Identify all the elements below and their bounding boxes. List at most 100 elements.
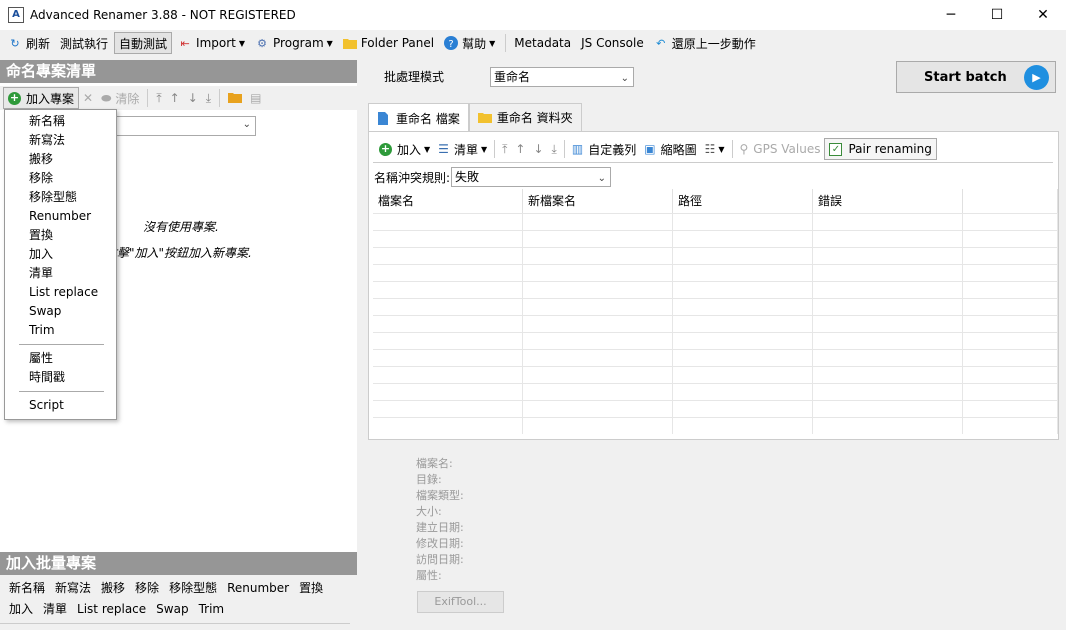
custom-columns-button[interactable]: ▥ 自定義列 xyxy=(568,138,640,160)
move-top-button[interactable]: ⤒ xyxy=(498,138,511,160)
menu-item[interactable]: List replace xyxy=(5,283,116,302)
auto-test-toggle[interactable]: 自動測試 xyxy=(114,32,173,54)
menu-item[interactable]: 移除型態 xyxy=(5,188,116,207)
menu-item[interactable]: Trim xyxy=(5,321,116,340)
batch-method-button[interactable]: 新名稱 xyxy=(4,578,50,599)
menu-item[interactable]: Swap xyxy=(5,302,116,321)
chevron-down-icon: ▼ xyxy=(238,38,246,48)
menu-item[interactable]: 加入 xyxy=(5,245,116,264)
save-preset-button[interactable]: ▤ xyxy=(246,87,265,109)
menu-item[interactable]: 移除 xyxy=(5,169,116,188)
clear-methods-button[interactable]: ⬬ 清除 xyxy=(97,87,143,109)
menu-item[interactable]: Renumber xyxy=(5,207,116,226)
file-grid[interactable]: 檔案名 新檔案名 路徑 錯誤 xyxy=(373,189,1058,437)
list-menu-button[interactable]: ☰ 清單 ▼ xyxy=(434,138,491,160)
menu-item[interactable]: 新名稱 xyxy=(5,112,116,131)
move-top-button[interactable]: ⤒ xyxy=(152,87,165,109)
table-cell xyxy=(523,418,673,434)
table-row xyxy=(373,264,1058,281)
column-header[interactable]: 檔案名 xyxy=(373,189,523,213)
table-cell xyxy=(963,350,1058,366)
table-cell xyxy=(373,401,523,417)
table-cell xyxy=(373,214,523,230)
refresh-button[interactable]: ↻ 刷新 xyxy=(4,32,54,54)
tab-rename-folders[interactable]: 重命名 資料夾 xyxy=(468,103,582,131)
open-preset-button[interactable] xyxy=(224,87,246,109)
menu-item[interactable]: 清單 xyxy=(5,264,116,283)
undo-button[interactable]: ↶ 還原上一步動作 xyxy=(650,32,760,54)
import-menu-button[interactable]: ⇤ Import ▼ xyxy=(174,32,249,54)
app-logo-icon: A xyxy=(8,7,24,23)
column-header[interactable]: 錯誤 xyxy=(813,189,963,213)
pair-renaming-toggle[interactable]: ✓ Pair renaming xyxy=(824,138,937,160)
column-header[interactable] xyxy=(963,189,1058,213)
add-method-button[interactable]: + 加入專案 xyxy=(3,87,80,109)
batch-method-button[interactable]: 移除型態 xyxy=(164,578,222,599)
table-cell xyxy=(813,384,963,400)
batch-method-button[interactable]: 置換 xyxy=(294,578,328,599)
menu-item[interactable]: 搬移 xyxy=(5,150,116,169)
panel-splitter[interactable] xyxy=(357,56,366,630)
move-up-button[interactable]: ↑ xyxy=(511,138,529,160)
tab-rename-files[interactable]: 重命名 檔案 xyxy=(368,103,469,132)
menu-item[interactable]: 時間戳 xyxy=(5,368,116,387)
batch-method-button[interactable]: 新寫法 xyxy=(50,578,96,599)
batch-method-button[interactable]: 清單 xyxy=(38,599,72,620)
close-button[interactable]: ✕ xyxy=(1020,0,1066,30)
maximize-button[interactable]: ☐ xyxy=(974,0,1020,30)
conflict-rule-select[interactable]: 失敗 ⌄ xyxy=(451,167,611,187)
start-batch-button[interactable]: Start batch ▶ xyxy=(896,61,1056,93)
metadata-button[interactable]: Metadata xyxy=(510,32,575,54)
method-list-header: 命名專案清單 xyxy=(0,60,357,83)
remove-method-button[interactable]: ✕ xyxy=(79,87,97,109)
js-console-button[interactable]: JS Console xyxy=(577,32,648,54)
table-cell xyxy=(673,401,813,417)
batch-method-button[interactable]: 加入 xyxy=(4,599,38,620)
exiftool-button[interactable]: ExifTool... xyxy=(417,591,504,613)
preset-combo[interactable]: ⌄ xyxy=(116,116,256,136)
batch-method-button[interactable]: Trim xyxy=(194,599,230,620)
column-header[interactable]: 新檔案名 xyxy=(523,189,673,213)
move-bottom-button[interactable]: ⤓ xyxy=(548,138,561,160)
move-up-button[interactable]: ↑ xyxy=(166,87,184,109)
program-menu-button[interactable]: ⚙ Program ▼ xyxy=(251,32,337,54)
table-cell xyxy=(813,367,963,383)
thumbnails-button[interactable]: ▣ 縮略圖 xyxy=(640,138,700,160)
help-menu-button[interactable]: ? 幫助 ▼ xyxy=(440,32,499,54)
batch-method-button[interactable]: 移除 xyxy=(130,578,164,599)
folder-panel-button[interactable]: Folder Panel xyxy=(339,32,438,54)
table-cell xyxy=(813,350,963,366)
view-mode-button[interactable]: ☷ ▼ xyxy=(701,138,729,160)
batch-mode-select[interactable]: 重命名 ⌄ xyxy=(490,67,634,87)
table-cell xyxy=(373,231,523,247)
move-down-button[interactable]: ↓ xyxy=(184,87,202,109)
arrow-up-icon: ↑ xyxy=(169,91,180,105)
move-down-button[interactable]: ↓ xyxy=(529,138,547,160)
arrow-top-icon: ⤒ xyxy=(502,141,508,156)
gps-values-button[interactable]: ⚲ GPS Values xyxy=(736,138,825,160)
menu-item[interactable]: 新寫法 xyxy=(5,131,116,150)
table-cell xyxy=(373,367,523,383)
menu-item[interactable]: 屬性 xyxy=(5,349,116,368)
column-header[interactable]: 路徑 xyxy=(673,189,813,213)
batch-method-button[interactable]: Renumber xyxy=(222,578,294,599)
map-pin-icon: ⚲ xyxy=(739,142,749,156)
batch-method-button[interactable]: List replace xyxy=(72,599,151,620)
svg-text:?: ? xyxy=(448,39,453,50)
test-run-button[interactable]: 測試執行 xyxy=(56,32,112,54)
menu-item[interactable]: 置換 xyxy=(5,226,116,245)
play-icon: ▶ xyxy=(1024,65,1049,90)
menu-item[interactable]: Script xyxy=(5,396,116,415)
minimize-button[interactable]: ─ xyxy=(928,0,974,30)
window-title: Advanced Renamer 3.88 - NOT REGISTERED xyxy=(30,8,296,22)
info-label: 檔案類型: xyxy=(416,489,464,502)
table-row xyxy=(373,383,1058,400)
table-cell xyxy=(373,299,523,315)
batch-method-button[interactable]: Swap xyxy=(151,599,193,620)
batch-method-button[interactable]: 搬移 xyxy=(96,578,130,599)
add-files-button[interactable]: + 加入 ▼ xyxy=(375,138,434,160)
table-cell xyxy=(963,265,1058,281)
move-bottom-button[interactable]: ⤓ xyxy=(202,87,215,109)
folder-icon xyxy=(342,36,357,50)
table-cell xyxy=(963,231,1058,247)
